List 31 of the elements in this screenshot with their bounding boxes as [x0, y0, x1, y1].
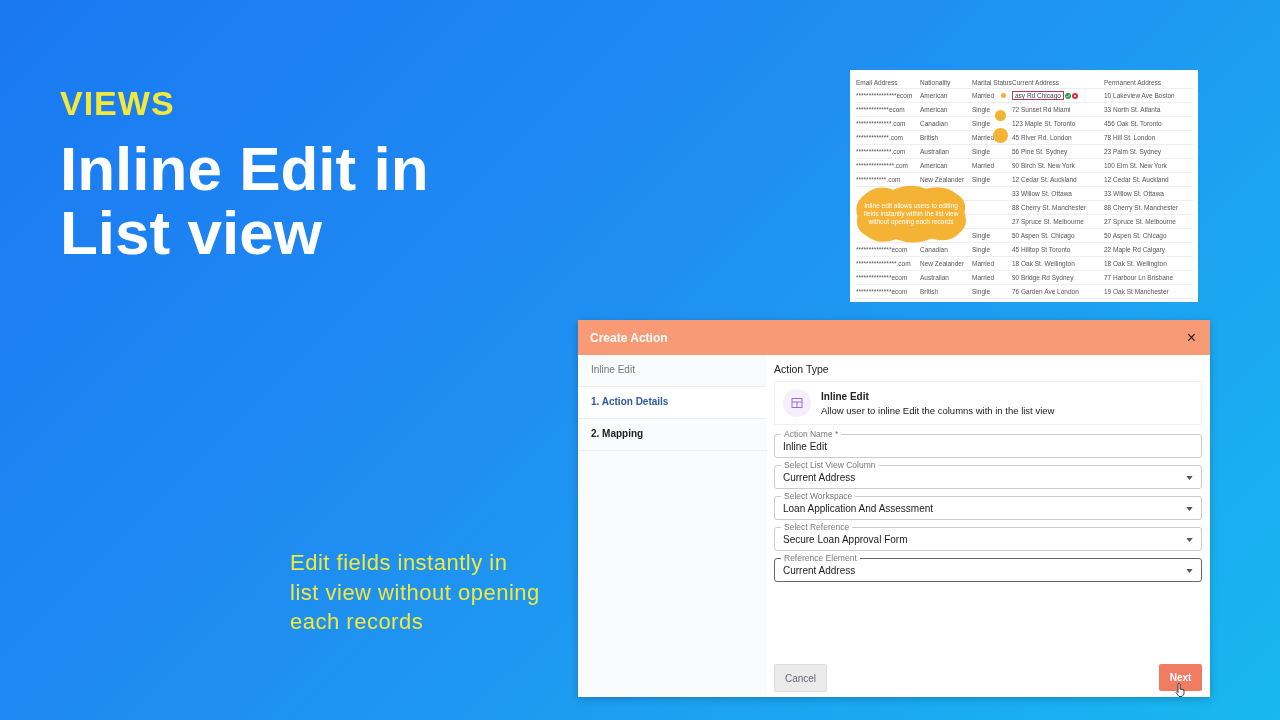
select-field[interactable]: Select Workspace Loan Application And Assessment: [774, 491, 1202, 520]
section-label: VIEWS: [60, 84, 176, 123]
slide-title: Inline Edit in List view: [60, 137, 430, 265]
caret-icon: [1186, 568, 1193, 573]
field-label: Select Workspace: [783, 491, 854, 501]
caret-icon: [1186, 537, 1193, 542]
field-label: Action Name *: [783, 429, 840, 439]
action-type-description: Allow user to inline Edit the columns with in the list view: [821, 404, 1055, 416]
cancel-button[interactable]: Cancel: [774, 664, 827, 692]
cancel-icon[interactable]: [1071, 92, 1078, 99]
select-field[interactable]: Select Reference Secure Loan Approval Form: [774, 522, 1202, 551]
dot-decoration: [995, 110, 1006, 121]
dot-decoration: [1001, 93, 1006, 98]
select-field[interactable]: Select List View Column Current Address: [774, 460, 1202, 489]
dialog-title: Create Action: [590, 330, 668, 345]
field-label: Reference Element: [783, 553, 858, 563]
caret-icon: [1186, 506, 1193, 511]
table-icon: [791, 397, 803, 409]
section-label: Action Type: [774, 363, 830, 375]
close-button[interactable]: ×: [1184, 329, 1198, 346]
step-item[interactable]: 1. Action Details: [578, 387, 767, 419]
caption: Edit fields instantly in list view without opening each records: [290, 549, 540, 636]
select-field[interactable]: Reference Element Current Address: [774, 553, 1202, 582]
input-field[interactable]: Action Name * Inline Edit: [774, 429, 1202, 458]
field-label: Select List View Column: [783, 460, 877, 470]
caret-icon: [1186, 475, 1193, 480]
action-type-title: Inline Edit: [821, 390, 870, 402]
field-label: Select Reference: [783, 522, 851, 532]
dot-decoration: [993, 128, 1008, 143]
action-type-card[interactable]: Inline Edit Allow user to inline Edit the columns with in the list view: [774, 381, 1202, 425]
confirm-icon[interactable]: [1064, 92, 1071, 99]
